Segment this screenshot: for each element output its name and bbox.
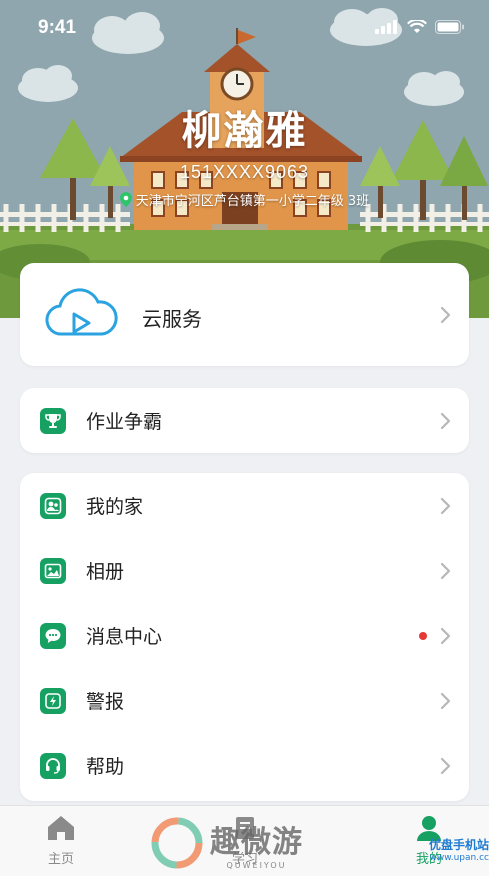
alarm-icon (40, 687, 66, 714)
headset-icon (40, 752, 66, 779)
tab-label: 我的 (415, 852, 442, 867)
menu-item-help[interactable]: 帮助 (20, 733, 469, 798)
user-phone: 151XXXX9063 (179, 162, 310, 182)
photo-icon (40, 557, 66, 584)
status-bar: 9:41 (0, 0, 489, 48)
tab-mine[interactable]: 我的 (394, 814, 464, 867)
school-location: 天津市宁河区芦台镇第一小学二年级 3班 (0, 190, 489, 209)
message-icon (40, 622, 66, 649)
trophy-icon (40, 407, 66, 434)
location-pin-icon (119, 192, 132, 207)
chevron-right-icon (440, 497, 451, 514)
home-icon (48, 816, 74, 840)
menu-item-family[interactable]: 我的家 (20, 473, 469, 538)
chevron-right-icon (440, 412, 451, 429)
battery-icon (435, 20, 464, 34)
menu-item-messages[interactable]: 消息中心 (20, 603, 469, 668)
homework-label: 作业争霸 (86, 411, 163, 433)
menu-item-label: 警报 (86, 691, 125, 713)
menu-item-album[interactable]: 相册 (20, 538, 469, 603)
cellular-signal-icon (375, 20, 397, 34)
chevron-right-icon (440, 692, 451, 709)
profile-icon (417, 816, 441, 841)
chevron-right-icon (440, 627, 451, 644)
tab-label: 学习 (231, 852, 258, 867)
chevron-right-icon (440, 562, 451, 579)
study-icon (236, 817, 254, 839)
menu-item-label: 帮助 (86, 756, 125, 778)
profile-info: 柳瀚雅 151XXXX9063 天津市宁河区芦台镇第一小学二年级 3班 (0, 98, 489, 209)
cloud-service-label: 云服务 (142, 307, 202, 331)
tab-study[interactable]: 学习 (210, 814, 280, 867)
menu-item-label: 相册 (86, 561, 125, 583)
settings-menu-card: 我的家 相册 消息中心 警报 帮助 (20, 473, 469, 801)
user-name: 柳瀚雅 (181, 108, 308, 154)
tab-bar: 主页 学习 我的 (0, 805, 489, 876)
unread-dot (419, 631, 427, 640)
menu-item-alarm[interactable]: 警报 (20, 668, 469, 733)
menu-item-homework[interactable]: 作业争霸 (20, 388, 469, 453)
chevron-right-icon (440, 757, 451, 774)
cloud-service-card[interactable]: 云服务 (20, 263, 469, 366)
menu-item-label: 我的家 (86, 496, 144, 518)
school-name: 天津市宁河区芦台镇第一小学二年级 3班 (135, 194, 370, 209)
chevron-right-icon (440, 306, 451, 324)
cloud-play-icon (45, 288, 118, 336)
tab-home[interactable]: 主页 (26, 814, 96, 867)
status-time: 9:41 (38, 17, 77, 38)
tab-label: 主页 (47, 852, 74, 867)
homework-card[interactable]: 作业争霸 (20, 388, 469, 453)
menu-item-label: 消息中心 (86, 626, 163, 648)
family-icon (40, 492, 66, 519)
wifi-icon (407, 20, 427, 33)
